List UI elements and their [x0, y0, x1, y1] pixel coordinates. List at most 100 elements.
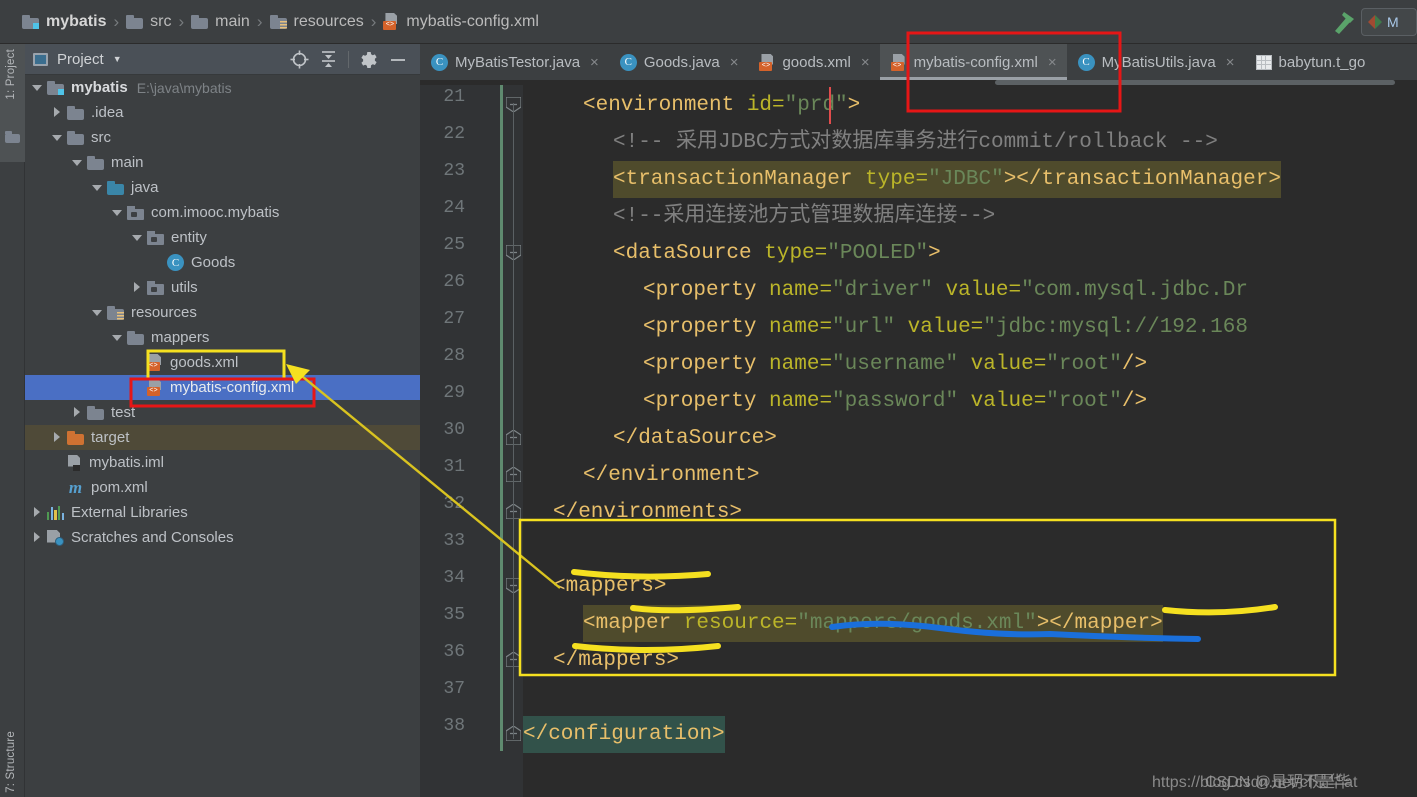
tree-item-entity[interactable]: entity: [25, 225, 420, 250]
breadcrumb-item-mybatis[interactable]: mybatis: [22, 13, 106, 31]
code-line-22[interactable]: <!-- 采用JDBC方式对数据库事务进行commit/rollback -->: [613, 124, 1218, 161]
code-line-23[interactable]: <transactionManager type="JDBC"></transa…: [613, 161, 1281, 198]
run-configuration-selector[interactable]: M: [1361, 8, 1417, 36]
tree-item-goods-xml[interactable]: <> goods.xml: [25, 350, 420, 375]
tree-item-test[interactable]: test: [25, 400, 420, 425]
fold-marker-30[interactable]: [505, 429, 522, 446]
editor-tab-babytun-t-go[interactable]: babytun.t_go: [1245, 44, 1376, 80]
code-line-37[interactable]: [523, 679, 536, 716]
code-token-tag: <mappers>: [553, 575, 667, 598]
chevron-down-icon[interactable]: [131, 231, 144, 244]
code-line-30[interactable]: </dataSource>: [613, 420, 777, 457]
locate-icon[interactable]: [285, 44, 314, 75]
chevron-down-icon[interactable]: [31, 81, 44, 94]
chevron-down-icon[interactable]: [91, 306, 104, 319]
fold-marker-21[interactable]: [505, 96, 522, 113]
tree-item-label: com.imooc.mybatis: [151, 204, 280, 221]
chevron-down-icon[interactable]: [71, 156, 84, 169]
breadcrumb-item-resources[interactable]: resources: [269, 13, 364, 31]
editor-gutter[interactable]: 21 22 23 24 25 26 27 28 29 30 31 32 33 34 35 36 37 38: [420, 85, 523, 797]
breadcrumb-separator: ›: [178, 11, 185, 31]
editor-area: C MyBatisTestor.java × C Goods.java × <> goods.…: [420, 44, 1417, 797]
tree-item-java[interactable]: java: [25, 175, 420, 200]
close-icon[interactable]: ×: [590, 54, 599, 71]
chevron-down-icon[interactable]: [111, 331, 124, 344]
fold-marker-36[interactable]: [505, 651, 522, 668]
minimize-icon[interactable]: [383, 44, 412, 75]
fold-marker-34[interactable]: [505, 577, 522, 594]
code-line-32[interactable]: </environments>: [553, 494, 742, 531]
chevron-down-icon[interactable]: [51, 131, 64, 144]
code-line-28[interactable]: <property name="username" value="root"/>: [643, 346, 1147, 383]
code-token-tag: </mappers>: [553, 649, 680, 672]
code-content[interactable]: <environment id="prd"> <!-- 采用JDBC方式对数据库事…: [523, 85, 1417, 797]
code-line-35[interactable]: <mapper resource="mappers/goods.xml"></m…: [583, 605, 1163, 642]
tree-item-mappers[interactable]: mappers: [25, 325, 420, 350]
code-line-29[interactable]: <property name="password" value="root"/>: [643, 383, 1147, 420]
breadcrumb-item-main[interactable]: main: [191, 13, 250, 31]
chevron-right-icon[interactable]: [31, 506, 44, 519]
chevron-right-icon[interactable]: [71, 406, 84, 419]
tree-item-goods[interactable]: C Goods: [25, 250, 420, 275]
fold-marker-25[interactable]: [505, 244, 522, 261]
tree-item-com-imooc-mybatis[interactable]: com.imooc.mybatis: [25, 200, 420, 225]
gear-icon[interactable]: [354, 44, 383, 75]
close-icon[interactable]: ×: [1048, 54, 1057, 71]
editor-tab-bar[interactable]: C MyBatisTestor.java × C Goods.java × <> goods.…: [420, 44, 1417, 80]
editor-tab-mybatisutils-java[interactable]: C MyBatisUtils.java ×: [1067, 44, 1245, 80]
tree-item-scratches-and-consoles[interactable]: Scratches and Consoles: [25, 525, 420, 550]
chevron-right-icon[interactable]: [51, 106, 64, 119]
tree-item-pom-xml[interactable]: m pom.xml: [25, 475, 420, 500]
chevron-down-icon[interactable]: ▼: [113, 54, 122, 64]
chevron-right-icon[interactable]: [131, 281, 144, 294]
code-line-31[interactable]: </environment>: [583, 457, 759, 494]
fold-marker-32[interactable]: [505, 503, 522, 520]
fold-marker-31[interactable]: [505, 466, 522, 483]
build-hammer-icon[interactable]: [1331, 9, 1359, 35]
code-line-26[interactable]: <property name="driver" value="com.mysql…: [643, 272, 1248, 309]
editor-tab-label: babytun.t_go: [1278, 53, 1366, 71]
code-token-tag: <property: [643, 279, 770, 302]
vcs-change-bar: [500, 85, 503, 751]
chevron-right-icon[interactable]: [51, 431, 64, 444]
tree-item-mybatis-config-xml[interactable]: <> mybatis-config.xml: [25, 375, 420, 400]
tree-item-resources[interactable]: resources: [25, 300, 420, 325]
code-line-27[interactable]: <property name="url" value="jdbc:mysql:/…: [643, 309, 1248, 346]
breadcrumb-item-src[interactable]: src: [126, 13, 171, 31]
collapse-all-icon[interactable]: [314, 44, 343, 75]
tree-item-src[interactable]: src: [25, 125, 420, 150]
tree-item-mybatis-iml[interactable]: mybatis.iml: [25, 450, 420, 475]
java-class-icon: C: [431, 53, 448, 71]
editor-tab-goods-java[interactable]: C Goods.java ×: [609, 44, 749, 80]
project-tree[interactable]: mybatis E:\java\mybatis .idea src main java co…: [25, 75, 420, 797]
tree-item--idea[interactable]: .idea: [25, 100, 420, 125]
tree-item-mybatis[interactable]: mybatis E:\java\mybatis: [25, 75, 420, 100]
close-icon[interactable]: ×: [730, 54, 739, 71]
chevron-right-icon[interactable]: [31, 531, 44, 544]
code-line-21[interactable]: <environment id="prd">: [583, 87, 860, 124]
project-folder-icon: [47, 80, 64, 95]
fold-marker-38[interactable]: [505, 725, 522, 742]
editor-tab-label: mybatis-config.xml: [913, 53, 1038, 71]
tree-item-utils[interactable]: utils: [25, 275, 420, 300]
tree-item-target[interactable]: target: [25, 425, 420, 450]
close-icon[interactable]: ×: [1226, 54, 1235, 71]
tree-item-external-libraries[interactable]: External Libraries: [25, 500, 420, 525]
code-line-25[interactable]: <dataSource type="POOLED">: [613, 235, 941, 272]
code-line-36[interactable]: </mappers>: [553, 642, 679, 679]
close-icon[interactable]: ×: [861, 54, 870, 71]
editor-tab-mybatistestor-java[interactable]: C MyBatisTestor.java ×: [420, 44, 609, 80]
editor-tab-mybatis-config-xml[interactable]: <> mybatis-config.xml ×: [879, 44, 1067, 80]
rail-button-structure[interactable]: 7: Structure: [5, 731, 17, 793]
rail-button-project[interactable]: 1: Project: [5, 49, 17, 100]
code-line-33[interactable]: [523, 531, 536, 568]
editor-tab-goods-xml[interactable]: <> goods.xml ×: [748, 44, 879, 80]
breadcrumb-item-mybatis-config-xml[interactable]: <> mybatis-config.xml: [383, 13, 539, 31]
code-line-34[interactable]: <mappers>: [553, 568, 666, 605]
chevron-down-icon[interactable]: [91, 181, 104, 194]
chevron-down-icon[interactable]: [111, 206, 124, 219]
code-line-24[interactable]: <!--采用连接池方式管理数据库连接-->: [613, 198, 995, 235]
code-line-38[interactable]: </configuration>: [523, 716, 725, 753]
tree-item-main[interactable]: main: [25, 150, 420, 175]
